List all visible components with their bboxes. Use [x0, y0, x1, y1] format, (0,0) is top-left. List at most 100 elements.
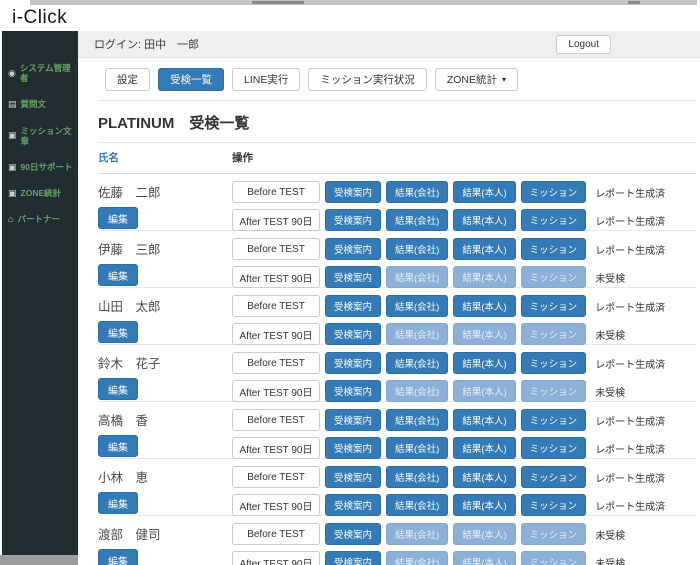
- test-type-button[interactable]: After TEST 90日: [232, 437, 320, 459]
- result-person-button[interactable]: 結果(本人): [453, 523, 515, 545]
- test-type-button[interactable]: After TEST 90日: [232, 380, 320, 402]
- mission-button[interactable]: ミッション: [521, 238, 587, 260]
- sidebar-item-support-90day[interactable]: ▣90日サポート: [2, 154, 78, 180]
- result-person-button[interactable]: 結果(本人): [453, 295, 515, 317]
- edit-button[interactable]: 編集: [98, 435, 138, 457]
- result-company-button[interactable]: 結果(会社): [386, 380, 448, 402]
- exam-guide-button[interactable]: 受検案内: [325, 551, 381, 565]
- edit-button[interactable]: 編集: [98, 264, 138, 286]
- result-person-button[interactable]: 結果(本人): [453, 551, 515, 565]
- result-company-button[interactable]: 結果(会社): [386, 409, 448, 431]
- edit-button[interactable]: 編集: [98, 492, 138, 514]
- edit-button[interactable]: 編集: [98, 321, 138, 343]
- result-person-button[interactable]: 結果(本人): [453, 266, 515, 288]
- mission-button[interactable]: ミッション: [521, 437, 587, 459]
- result-person-button[interactable]: 結果(本人): [453, 494, 515, 516]
- exam-guide-button[interactable]: 受検案内: [325, 466, 381, 488]
- exam-guide-button[interactable]: 受検案内: [325, 238, 381, 260]
- tab-settings[interactable]: 設定: [105, 68, 150, 91]
- exam-guide-button[interactable]: 受検案内: [325, 380, 381, 402]
- exam-guide-button[interactable]: 受検案内: [325, 409, 381, 431]
- result-company-button[interactable]: 結果(会社): [386, 494, 448, 516]
- sidebar-item-label: 質問文: [21, 99, 47, 109]
- result-person-button[interactable]: 結果(本人): [453, 352, 515, 374]
- column-header-operations: 操作: [232, 150, 253, 165]
- edit-button[interactable]: 編集: [98, 378, 138, 400]
- sidebar-item-question-doc[interactable]: ▤質問文: [2, 91, 78, 117]
- exam-guide-button[interactable]: 受検案内: [325, 181, 381, 203]
- logout-button[interactable]: Logout: [556, 35, 611, 54]
- exam-guide-button[interactable]: 受検案内: [325, 209, 381, 231]
- tab-mission-status[interactable]: ミッション実行状況: [308, 68, 427, 91]
- tab-exam-list[interactable]: 受検一覧: [158, 68, 224, 91]
- table-header-row: 氏名 操作: [98, 143, 696, 174]
- sidebar-item-zone-stats[interactable]: ▣ZONE統計: [2, 180, 78, 206]
- sidebar-item-system-admin[interactable]: ◉システム管理者: [2, 55, 78, 91]
- mission-button[interactable]: ミッション: [521, 380, 587, 402]
- exam-guide-button[interactable]: 受検案内: [325, 437, 381, 459]
- result-company-button[interactable]: 結果(会社): [386, 323, 448, 345]
- status-text: レポート生成済: [595, 470, 665, 485]
- mission-button[interactable]: ミッション: [521, 466, 587, 488]
- section-nav: 設定受検一覧 LINE実行ミッション実行状況 ZONE統計▾: [105, 68, 696, 91]
- result-company-button[interactable]: 結果(会社): [386, 295, 448, 317]
- result-company-button[interactable]: 結果(会社): [386, 523, 448, 545]
- result-person-button[interactable]: 結果(本人): [453, 380, 515, 402]
- exam-guide-button[interactable]: 受検案内: [325, 523, 381, 545]
- result-company-button[interactable]: 結果(会社): [386, 466, 448, 488]
- status-text: 未受検: [595, 270, 625, 285]
- test-type-button[interactable]: After TEST 90日: [232, 494, 320, 516]
- person-name: 佐藤 二郎: [98, 182, 232, 201]
- test-type-button[interactable]: After TEST 90日: [232, 266, 320, 288]
- result-company-button[interactable]: 結果(会社): [386, 437, 448, 459]
- result-person-button[interactable]: 結果(本人): [453, 209, 515, 231]
- sidebar-item-partner[interactable]: ⌂パートナー: [2, 206, 78, 232]
- result-person-button[interactable]: 結果(本人): [453, 181, 515, 203]
- mission-button[interactable]: ミッション: [521, 266, 587, 288]
- result-company-button[interactable]: 結果(会社): [386, 352, 448, 374]
- tab-line-exec[interactable]: LINE実行: [232, 68, 300, 91]
- result-person-button[interactable]: 結果(本人): [453, 437, 515, 459]
- mission-button[interactable]: ミッション: [521, 181, 587, 203]
- column-header-name[interactable]: 氏名: [98, 150, 232, 165]
- test-type-button[interactable]: After TEST 90日: [232, 323, 320, 345]
- test-type-button[interactable]: After TEST 90日: [232, 551, 320, 565]
- test-type-button[interactable]: Before TEST: [232, 295, 320, 317]
- table-row: 山田 太郎 編集 Before TEST 受検案内 結果(会社) 結果(本人) …: [98, 288, 696, 345]
- result-company-button[interactable]: 結果(会社): [386, 238, 448, 260]
- test-type-button[interactable]: Before TEST: [232, 181, 320, 203]
- browser-tab-text-artifact: [252, 1, 304, 4]
- tab-zone-stats[interactable]: ZONE統計▾: [435, 68, 518, 91]
- test-type-button[interactable]: Before TEST: [232, 523, 320, 545]
- mission-button[interactable]: ミッション: [521, 409, 587, 431]
- mission-button[interactable]: ミッション: [521, 494, 587, 516]
- exam-guide-button[interactable]: 受検案内: [325, 494, 381, 516]
- mission-button[interactable]: ミッション: [521, 295, 587, 317]
- sidebar-item-mission-doc[interactable]: ▣ミッション文章: [2, 118, 78, 154]
- result-company-button[interactable]: 結果(会社): [386, 266, 448, 288]
- mission-button[interactable]: ミッション: [521, 352, 587, 374]
- result-person-button[interactable]: 結果(本人): [453, 466, 515, 488]
- result-company-button[interactable]: 結果(会社): [386, 551, 448, 565]
- exam-guide-button[interactable]: 受検案内: [325, 352, 381, 374]
- mission-button[interactable]: ミッション: [521, 323, 587, 345]
- edit-button[interactable]: 編集: [98, 207, 138, 229]
- test-type-button[interactable]: Before TEST: [232, 409, 320, 431]
- edit-button[interactable]: 編集: [98, 549, 138, 565]
- result-person-button[interactable]: 結果(本人): [453, 238, 515, 260]
- exam-guide-button[interactable]: 受検案内: [325, 295, 381, 317]
- test-type-button[interactable]: Before TEST: [232, 238, 320, 260]
- exam-guide-button[interactable]: 受検案内: [325, 323, 381, 345]
- result-company-button[interactable]: 結果(会社): [386, 181, 448, 203]
- test-type-button[interactable]: Before TEST: [232, 352, 320, 374]
- test-type-button[interactable]: Before TEST: [232, 466, 320, 488]
- result-company-button[interactable]: 結果(会社): [386, 209, 448, 231]
- caret-down-icon: ▾: [502, 76, 506, 84]
- mission-button[interactable]: ミッション: [521, 209, 587, 231]
- mission-button[interactable]: ミッション: [521, 523, 587, 545]
- result-person-button[interactable]: 結果(本人): [453, 323, 515, 345]
- mission-button[interactable]: ミッション: [521, 551, 587, 565]
- result-person-button[interactable]: 結果(本人): [453, 409, 515, 431]
- exam-guide-button[interactable]: 受検案内: [325, 266, 381, 288]
- test-type-button[interactable]: After TEST 90日: [232, 209, 320, 231]
